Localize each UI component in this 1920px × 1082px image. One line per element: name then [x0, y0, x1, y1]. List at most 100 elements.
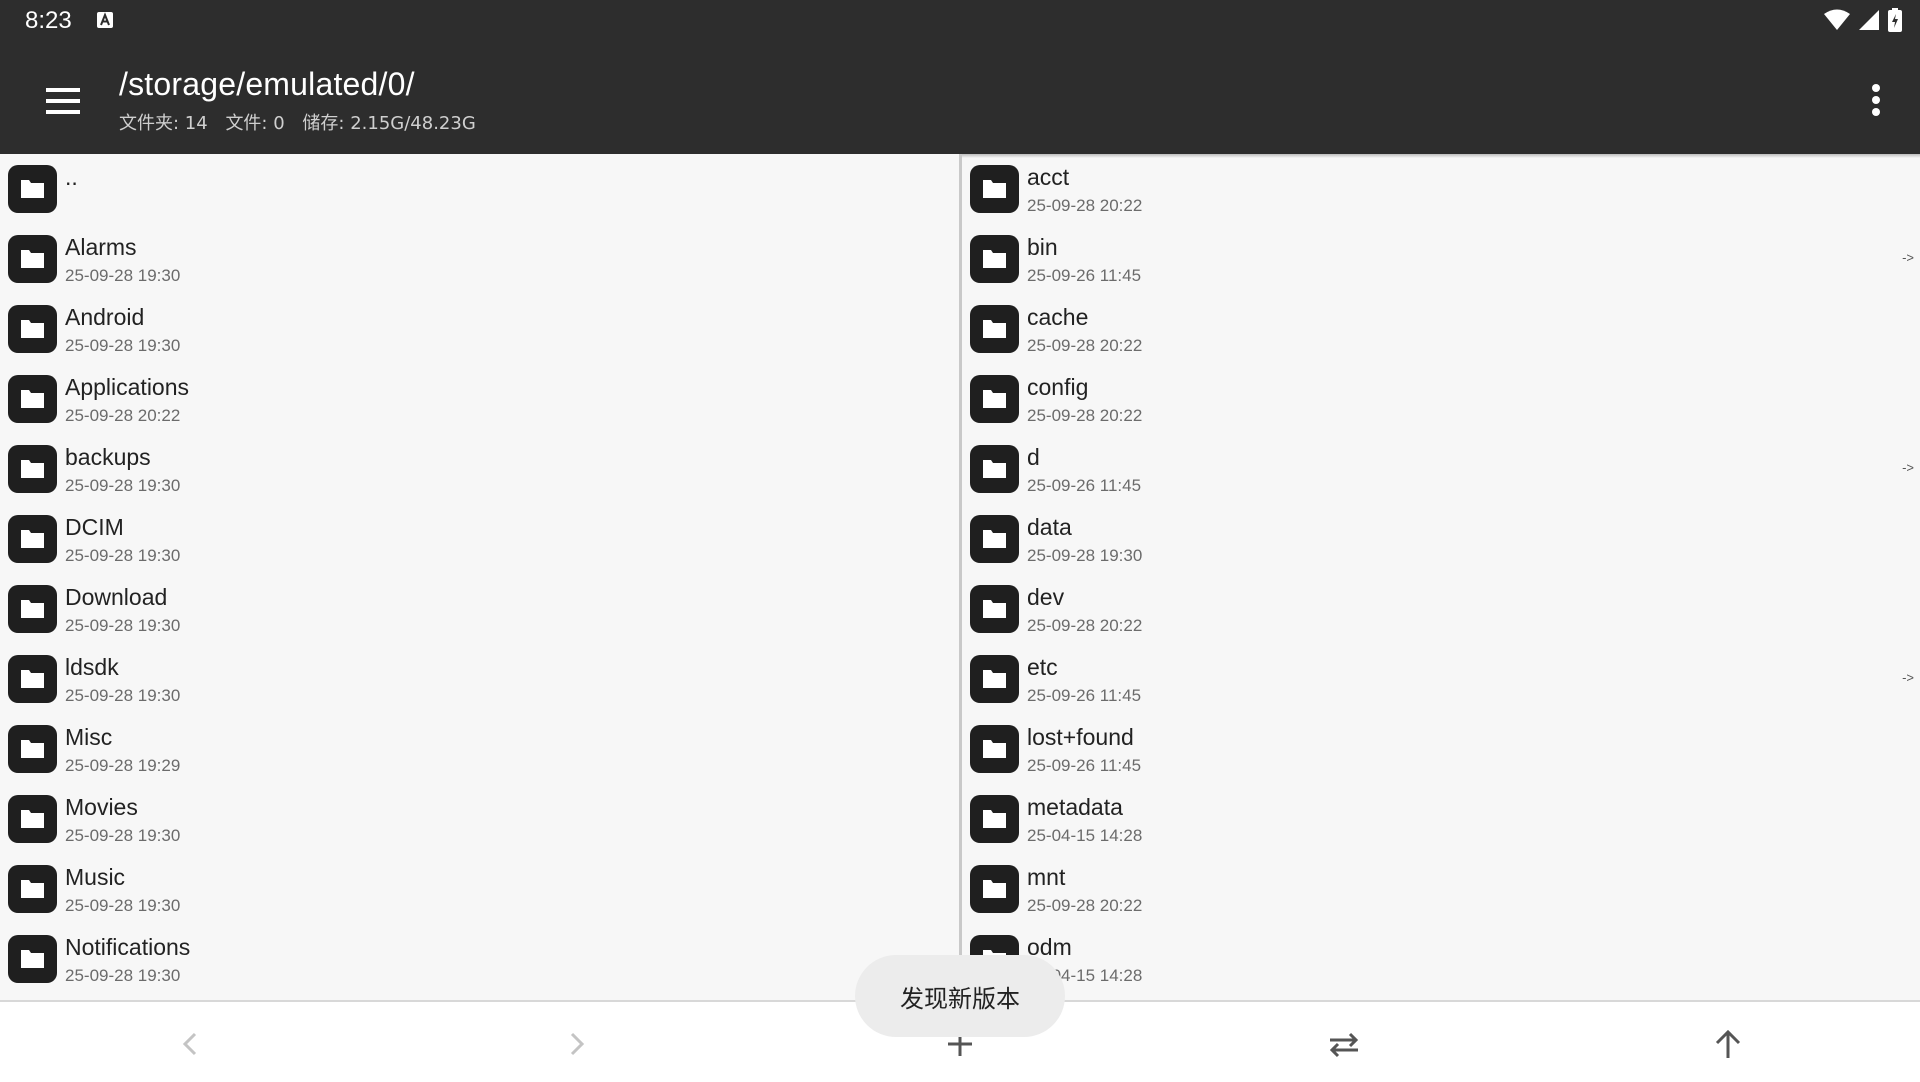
battery-charging-icon: [1888, 8, 1902, 36]
left-file-pane[interactable]: .. Alarms 25-09-28 19:30 Android 25-09-2…: [0, 154, 959, 1000]
list-item[interactable]: acct 25-09-28 20:22: [962, 154, 1920, 224]
toast-message: 发现新版本: [900, 984, 1020, 1013]
item-date: 25-09-28 19:29: [65, 756, 181, 775]
list-item[interactable]: Download 25-09-28 19:30: [0, 574, 959, 644]
status-bar: 8:23: [0, 0, 1920, 42]
item-name: DCIM: [65, 514, 124, 540]
forward-button[interactable]: [552, 1020, 600, 1068]
folder-icon: [8, 515, 57, 563]
list-item[interactable]: lost+found 25-09-26 11:45: [962, 714, 1920, 784]
list-item[interactable]: Applications 25-09-28 20:22: [0, 364, 959, 434]
menu-button[interactable]: [32, 72, 92, 132]
item-name: Misc: [65, 724, 113, 750]
folder-icon: [8, 655, 57, 703]
symlink-indicator: ->: [1902, 670, 1914, 685]
storage-usage: 储存: 2.15G/48.23G: [302, 113, 476, 134]
folder-icon: [8, 375, 57, 423]
list-item[interactable]: Misc 25-09-28 19:29: [0, 714, 959, 784]
update-toast: 发现新版本: [855, 955, 1065, 1037]
item-name: data: [1027, 514, 1072, 540]
item-date: 25-09-26 11:45: [1027, 476, 1142, 495]
item-date: 25-09-26 11:45: [1027, 266, 1142, 285]
parent-folder-button[interactable]: [1704, 1020, 1752, 1068]
app-bar: /storage/emulated/0/ 文件夹: 14 文件: 0 储存: 2…: [0, 42, 1920, 154]
item-date: 25-09-28 19:30: [1027, 546, 1143, 565]
folder-icon: [8, 305, 57, 353]
folder-icon: [8, 445, 57, 493]
item-date: 25-09-28 19:30: [65, 336, 181, 355]
folder-icon: [970, 655, 1019, 703]
item-name: mnt: [1027, 864, 1066, 890]
list-item[interactable]: bin 25-09-26 11:45 ->: [962, 224, 1920, 294]
more-vert-icon: [1872, 84, 1880, 116]
list-item[interactable]: ldsdk 25-09-28 19:30: [0, 644, 959, 714]
list-item[interactable]: Movies 25-09-28 19:30: [0, 784, 959, 854]
item-date: 25-09-28 20:22: [1027, 336, 1143, 355]
item-date: 25-04-15 14:28: [1027, 826, 1143, 845]
item-name: Music: [65, 864, 126, 890]
list-item[interactable]: config 25-09-28 20:22: [962, 364, 1920, 434]
arrow-up-icon: [1715, 1029, 1741, 1058]
item-date: 25-09-28 20:22: [65, 406, 181, 425]
current-path-title: /storage/emulated/0/: [119, 66, 415, 102]
item-date: 25-09-28 19:30: [65, 476, 181, 495]
item-name: acct: [1027, 164, 1070, 190]
hamburger-menu-icon: [46, 88, 80, 114]
list-item[interactable]: DCIM 25-09-28 19:30: [0, 504, 959, 574]
item-date: 25-09-26 11:45: [1027, 686, 1142, 705]
list-item[interactable]: data 25-09-28 19:30: [962, 504, 1920, 574]
right-file-pane[interactable]: acct 25-09-28 20:22 bin 25-09-26 11:45 -…: [962, 154, 1920, 1000]
item-name: Download: [65, 584, 168, 610]
swap-panes-icon: [1329, 1032, 1359, 1058]
item-name: Movies: [65, 794, 138, 820]
item-name: d: [1027, 444, 1040, 470]
back-icon: [182, 1032, 197, 1056]
folder-icon: [8, 235, 57, 283]
folder-icon: [8, 935, 57, 983]
item-date: 25-09-28 20:22: [1027, 406, 1143, 425]
list-item[interactable]: Notifications 25-09-28 19:30: [0, 924, 959, 994]
list-item[interactable]: mnt 25-09-28 20:22: [962, 854, 1920, 924]
folder-icon: [970, 235, 1019, 283]
item-name: ldsdk: [65, 654, 119, 680]
folder-icon: [8, 865, 57, 913]
list-item[interactable]: odm 25-04-15 14:28: [962, 924, 1920, 994]
list-item[interactable]: metadata 25-04-15 14:28: [962, 784, 1920, 854]
item-date: 25-09-28 19:30: [65, 686, 181, 705]
folder-icon: [970, 515, 1019, 563]
item-name: dev: [1027, 584, 1065, 610]
folder-icon: [970, 585, 1019, 633]
list-item[interactable]: ..: [0, 154, 959, 224]
list-item[interactable]: Android 25-09-28 19:30: [0, 294, 959, 364]
folder-icon: [8, 795, 57, 843]
wifi-icon: [1824, 9, 1850, 35]
file-count: 文件: 0: [225, 113, 285, 134]
item-date: 25-09-28 19:30: [65, 266, 181, 285]
item-name: cache: [1027, 304, 1089, 330]
item-name: Android: [65, 304, 145, 330]
symlink-indicator: ->: [1902, 460, 1914, 475]
storage-summary: 文件夹: 14 文件: 0 储存: 2.15G/48.23G: [119, 109, 488, 135]
item-name: etc: [1027, 654, 1058, 680]
item-name: metadata: [1027, 794, 1123, 820]
list-item[interactable]: Alarms 25-09-28 19:30: [0, 224, 959, 294]
list-item[interactable]: d 25-09-26 11:45 ->: [962, 434, 1920, 504]
list-item[interactable]: etc 25-09-26 11:45 ->: [962, 644, 1920, 714]
item-date: 25-09-28 20:22: [1027, 896, 1143, 915]
swap-panes-button[interactable]: [1320, 1020, 1368, 1068]
item-date: 25-09-28 19:30: [65, 826, 181, 845]
folder-icon: [970, 375, 1019, 423]
list-item[interactable]: cache 25-09-28 20:22: [962, 294, 1920, 364]
more-options-button[interactable]: [1852, 70, 1900, 130]
list-item[interactable]: Music 25-09-28 19:30: [0, 854, 959, 924]
item-date: 25-09-28 19:30: [65, 616, 181, 635]
list-item[interactable]: backups 25-09-28 19:30: [0, 434, 959, 504]
item-date: 25-09-28 20:22: [1027, 196, 1143, 215]
back-button[interactable]: [167, 1020, 215, 1068]
item-date: 25-09-28 19:30: [65, 546, 181, 565]
item-date: 25-09-28 20:22: [1027, 616, 1143, 635]
forward-icon: [570, 1032, 585, 1056]
list-item[interactable]: dev 25-09-28 20:22: [962, 574, 1920, 644]
a-notification-icon: [96, 11, 114, 29]
symlink-indicator: ->: [1902, 250, 1914, 265]
